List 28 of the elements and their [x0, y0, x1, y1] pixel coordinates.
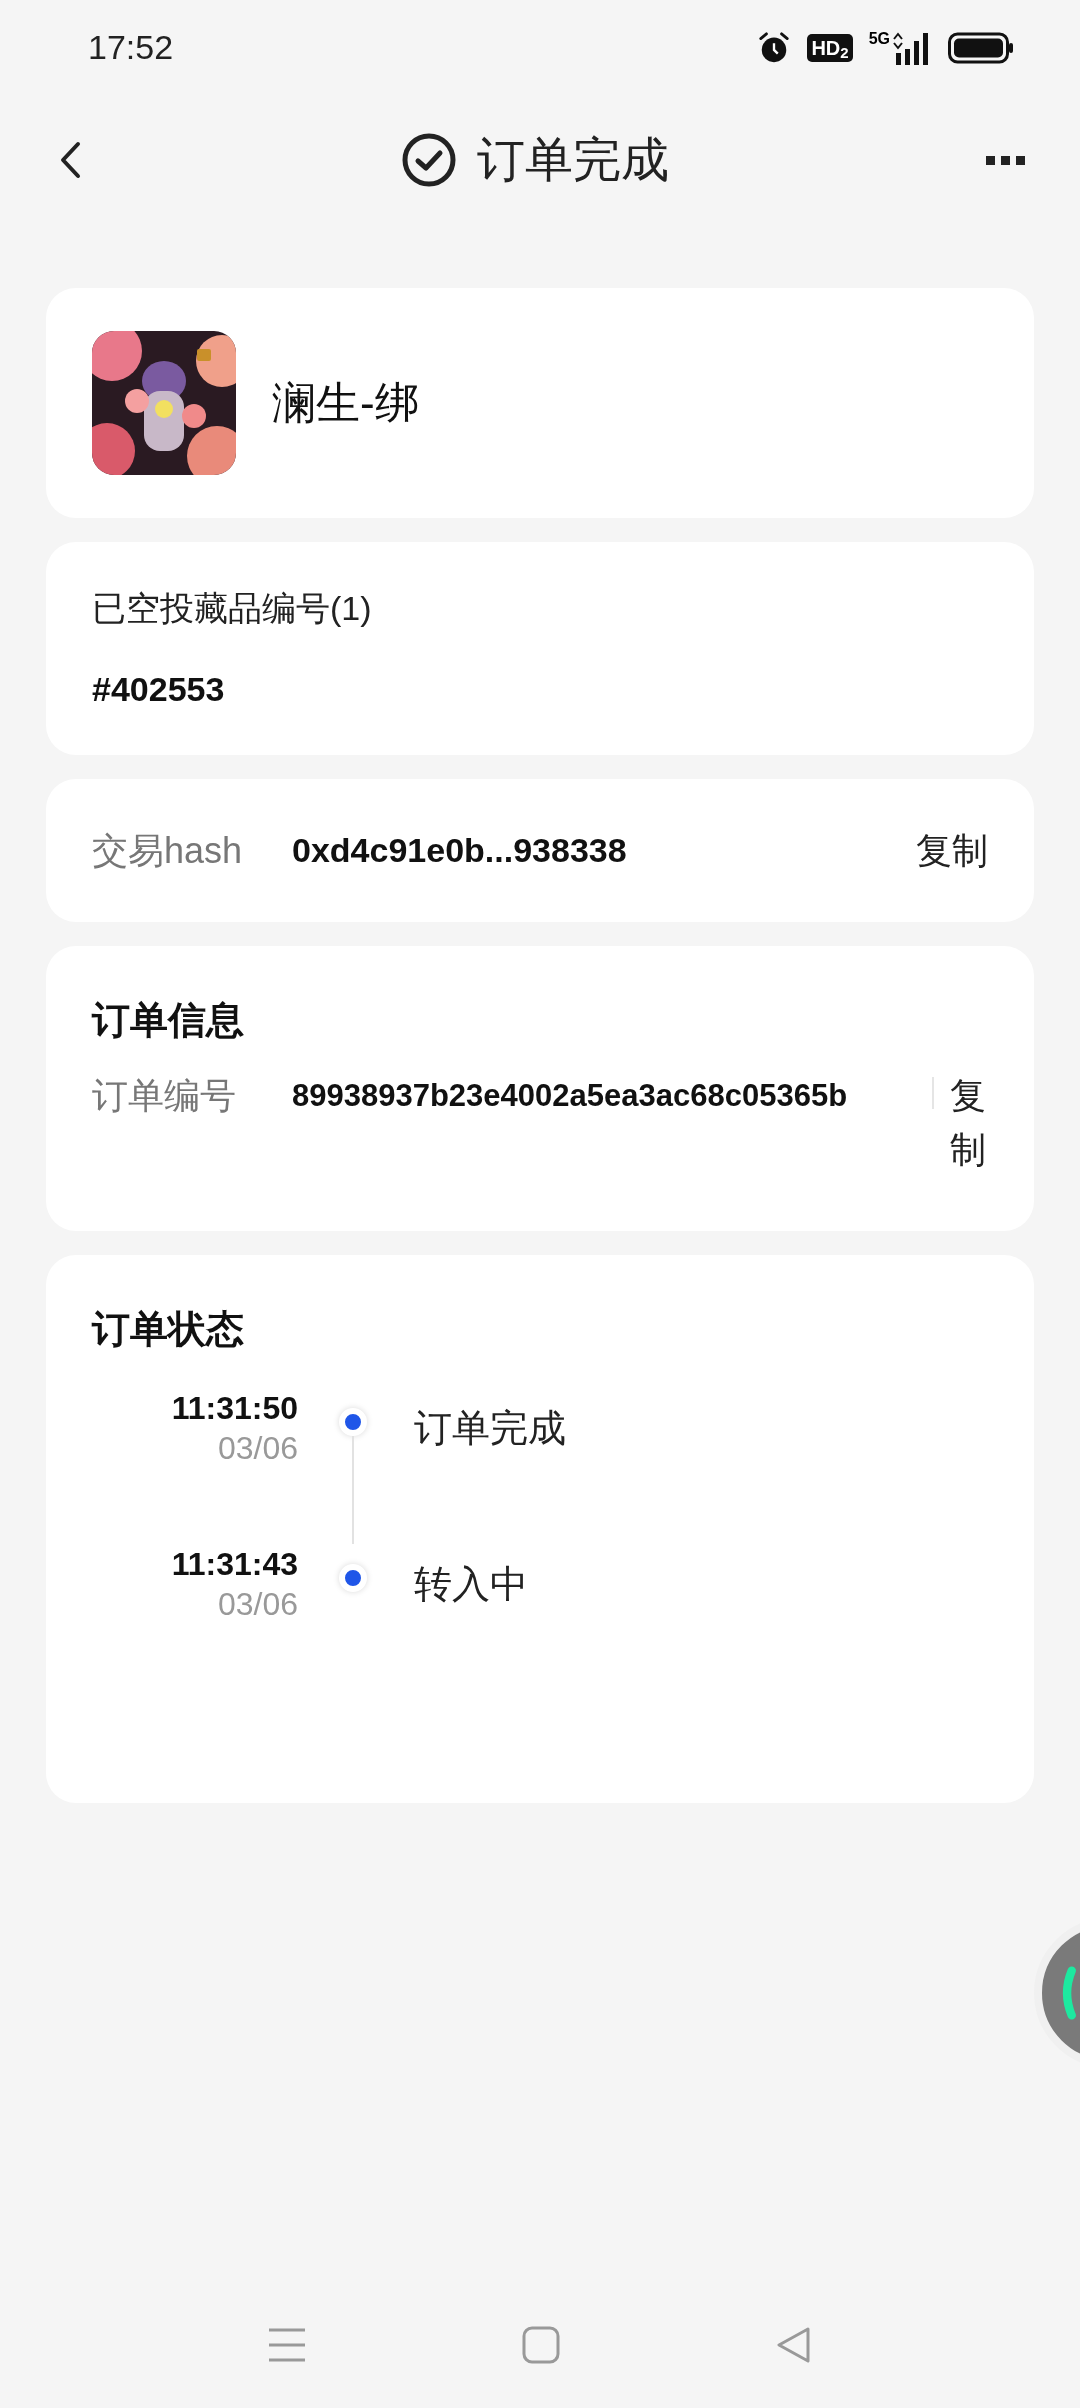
section-title: 订单信息: [92, 998, 245, 1043]
event-date: 03/06: [217, 1585, 298, 1624]
menu-icon[interactable]: [268, 2327, 306, 2363]
home-icon[interactable]: [522, 2326, 560, 2364]
event-label: 转入中: [414, 1562, 528, 1607]
hash-value: 0xd4c91e0b...938338: [292, 830, 628, 871]
event-time: 11:31:50: [171, 1389, 298, 1428]
event-date: 03/06: [217, 1429, 298, 1468]
order-number-value: 89938937b23e4002a5ea3ac68c05365b: [292, 1077, 848, 1115]
product-name: 澜生-绑: [272, 377, 419, 429]
hash-label: 交易hash: [92, 828, 244, 873]
page-title: 订单完成: [477, 132, 669, 188]
airdrop-label: 已空投藏品编号(1): [92, 587, 373, 629]
back-icon[interactable]: [776, 2327, 812, 2363]
event-time: 11:31:43: [171, 1545, 298, 1584]
event-label: 订单完成: [414, 1406, 566, 1451]
section-title: 订单状态: [92, 1307, 245, 1352]
alarm-icon: [757, 30, 792, 65]
copy-button[interactable]: 复制: [916, 823, 988, 878]
airdrop-number: #402553: [92, 668, 226, 710]
check-circle-icon: [401, 132, 457, 188]
hd-badge: HD$_{2}$: [807, 33, 853, 62]
copy-button[interactable]: 复制: [948, 1069, 988, 1177]
network-type: 5G: [868, 30, 890, 47]
status-time: 17:52: [88, 27, 174, 68]
order-number-label: 订单编号: [92, 1074, 237, 1118]
battery-icon: [948, 31, 1014, 64]
chevron-left-icon: [58, 140, 82, 180]
